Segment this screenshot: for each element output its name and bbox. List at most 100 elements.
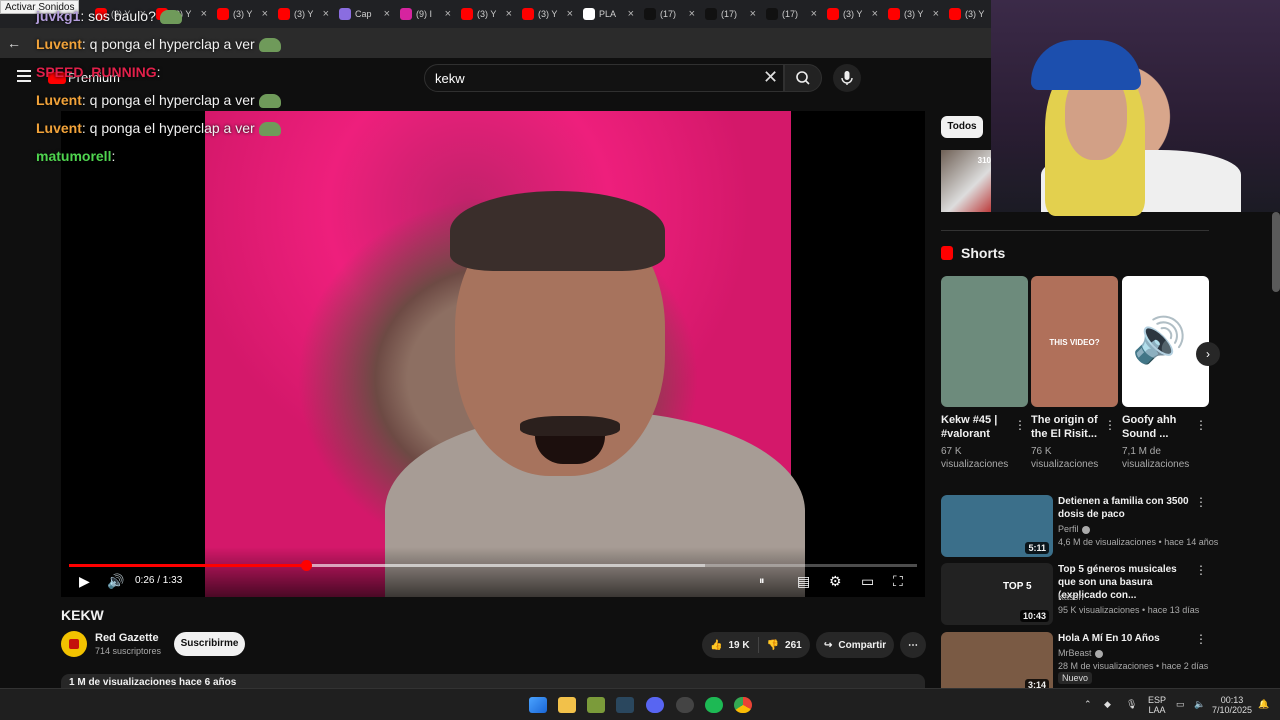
theater-mode-icon[interactable]: ▭ [861, 573, 874, 589]
sidebar-top-thumbnail[interactable]: 310 [941, 150, 993, 212]
windows-start-icon[interactable] [529, 697, 547, 713]
browser-tab[interactable]: (17) × [639, 0, 700, 28]
short-card[interactable]: 🔊 Goofy ahh Sound ... 7,1 M de visualizaci… [1122, 276, 1209, 471]
back-arrow-icon[interactable]: ← [0, 35, 28, 51]
voice-search-button[interactable] [833, 64, 861, 92]
subscribe-button[interactable]: Suscribirme [174, 632, 245, 656]
more-vertical-icon[interactable]: ⋮ [1014, 418, 1026, 432]
close-tab-icon[interactable]: × [689, 8, 695, 20]
related-title[interactable]: Detienen a familia con 3500 dosis de pac… [1058, 495, 1192, 521]
browser-tab[interactable]: (3) Y × [883, 0, 944, 28]
browser-tab[interactable]: (3) Y × [822, 0, 883, 28]
close-tab-icon[interactable]: × [323, 8, 329, 20]
search-input[interactable]: kekw [424, 64, 784, 92]
settings-gear-icon[interactable]: ⚙ [829, 573, 842, 589]
search-button[interactable] [784, 64, 822, 92]
notifications-icon[interactable]: 🔔 [1258, 699, 1269, 709]
more-vertical-icon[interactable]: ⋮ [1195, 495, 1207, 509]
close-tab-icon[interactable]: × [750, 8, 756, 20]
short-title[interactable]: The origin of the El Risit... [1031, 413, 1103, 441]
related-thumbnail[interactable]: 3:14 [941, 632, 1053, 694]
progress-bar[interactable] [69, 560, 917, 571]
video-description-box[interactable]: 1 M de visualizaciones hace 6 años [61, 674, 925, 688]
short-title[interactable]: Kekw #45 | #valorant [941, 413, 1013, 441]
related-video[interactable]: 5:11 Detienen a familia con 3500 dosis de… [941, 495, 1218, 557]
related-video[interactable]: 3:14 Hola A Mí En 10 Años MrBeast 28 M de v… [941, 632, 1209, 694]
more-vertical-icon[interactable]: ⋮ [1195, 632, 1207, 646]
more-vertical-icon[interactable]: ⋮ [1195, 563, 1207, 577]
browser-tab[interactable]: PLA × [578, 0, 639, 28]
close-tab-icon[interactable]: × [811, 8, 817, 20]
close-tab-icon[interactable]: × [872, 8, 878, 20]
related-channel[interactable]: Perfil [1058, 524, 1090, 534]
browser-tab[interactable]: Cap × [334, 0, 395, 28]
discord-icon[interactable] [646, 697, 664, 713]
language-indicator[interactable]: ESP LAA [1148, 695, 1166, 715]
tray-mic-icon[interactable]: 🎙 [1126, 699, 1137, 709]
short-thumbnail[interactable]: THIS VIDEO? [1031, 276, 1118, 407]
speaker-icon[interactable]: 🔈 [1194, 699, 1205, 709]
clock[interactable]: 00:13 7/10/2025 [1212, 695, 1252, 715]
clear-search-icon[interactable]: ✕ [763, 68, 778, 86]
fullscreen-icon[interactable]: ⛶ [893, 573, 903, 589]
like-button[interactable]: 👍 19 K [702, 637, 759, 653]
video-player[interactable]: ▶ 🔊 0:26 / 1:33 ⏸ ▤ ⚙ ▭ ⛶ [61, 111, 925, 597]
related-thumbnail[interactable]: 5:11 [941, 495, 1053, 557]
chat-emote [258, 38, 281, 53]
short-title[interactable]: Goofy ahh Sound ... [1122, 413, 1194, 441]
chrome-icon[interactable] [734, 697, 752, 713]
tray-chevron-icon[interactable]: ⌃ [1084, 699, 1092, 709]
short-thumbnail[interactable]: 🔊 [1122, 276, 1209, 407]
subtitles-icon[interactable]: ▤ [797, 573, 810, 589]
short-thumbnail[interactable] [941, 276, 1028, 407]
short-card[interactable]: THIS VIDEO? The origin of the El Risit...… [1031, 276, 1118, 471]
xbox-gamebar-icon[interactable] [587, 697, 605, 713]
spotify-icon[interactable] [705, 697, 723, 713]
channel-avatar[interactable] [61, 631, 87, 657]
tiktok-icon [644, 8, 656, 20]
close-tab-icon[interactable]: × [567, 8, 573, 20]
browser-tab[interactable]: (3) Y × [456, 0, 517, 28]
close-tab-icon[interactable]: × [262, 8, 268, 20]
more-actions-button[interactable]: ⋯ [900, 632, 926, 658]
close-tab-icon[interactable]: × [201, 8, 207, 20]
volume-icon[interactable]: 🔊 [107, 573, 124, 589]
filter-chip-todos[interactable]: Todos [941, 116, 983, 138]
share-button[interactable]: ↪ Compartir [816, 632, 894, 658]
close-tab-icon[interactable]: × [384, 8, 390, 20]
browser-tab[interactable]: (17) × [761, 0, 822, 28]
more-vertical-icon[interactable]: ⋮ [1104, 418, 1116, 432]
more-vertical-icon[interactable]: ⋮ [1195, 418, 1207, 432]
related-channel[interactable]: Kason [1058, 592, 1084, 602]
shorts-next-arrow-icon[interactable]: › [1196, 342, 1220, 366]
browser-tab[interactable]: (3) Y × [212, 0, 273, 28]
related-title[interactable]: Hola A Mí En 10 Años [1058, 632, 1192, 645]
related-thumbnail[interactable]: TOP 5 10:43 [941, 563, 1053, 625]
browser-tab[interactable]: (3) Y × [517, 0, 578, 28]
file-explorer-icon[interactable] [558, 697, 576, 713]
browser-tab[interactable]: (9) I × [395, 0, 456, 28]
close-tab-icon[interactable]: × [933, 8, 939, 20]
channel-name[interactable]: Red Gazette [95, 632, 159, 644]
obs-icon[interactable] [676, 697, 694, 713]
close-tab-icon[interactable]: × [506, 8, 512, 20]
menu-icon[interactable] [17, 70, 31, 82]
tray-app-icon[interactable]: ◆ [1104, 699, 1111, 709]
play-icon[interactable]: ▶ [79, 573, 90, 589]
browser-tab[interactable]: (17) × [700, 0, 761, 28]
autoplay-toggle-icon[interactable]: ⏸ [759, 573, 765, 589]
close-tab-icon[interactable]: × [445, 8, 451, 20]
short-card[interactable]: Kekw #45 | #valorant 67 K visualizaciones… [941, 276, 1028, 471]
tab-title: (3) Y [904, 9, 924, 19]
browser-tab[interactable]: (3) Y × [273, 0, 334, 28]
chat-username: Luvent [36, 92, 82, 108]
youtube-icon [461, 8, 473, 20]
steam-icon[interactable] [616, 697, 634, 713]
search-icon [796, 71, 810, 85]
related-video[interactable]: TOP 5 10:43 Top 5 géneros musicales que so… [941, 563, 1209, 625]
network-icon[interactable]: ▭ [1176, 699, 1185, 709]
related-channel[interactable]: MrBeast [1058, 648, 1103, 658]
close-tab-icon[interactable]: × [628, 8, 634, 20]
dislike-button[interactable]: 👎 261 [759, 640, 810, 651]
page-scrollbar[interactable] [1272, 212, 1280, 292]
